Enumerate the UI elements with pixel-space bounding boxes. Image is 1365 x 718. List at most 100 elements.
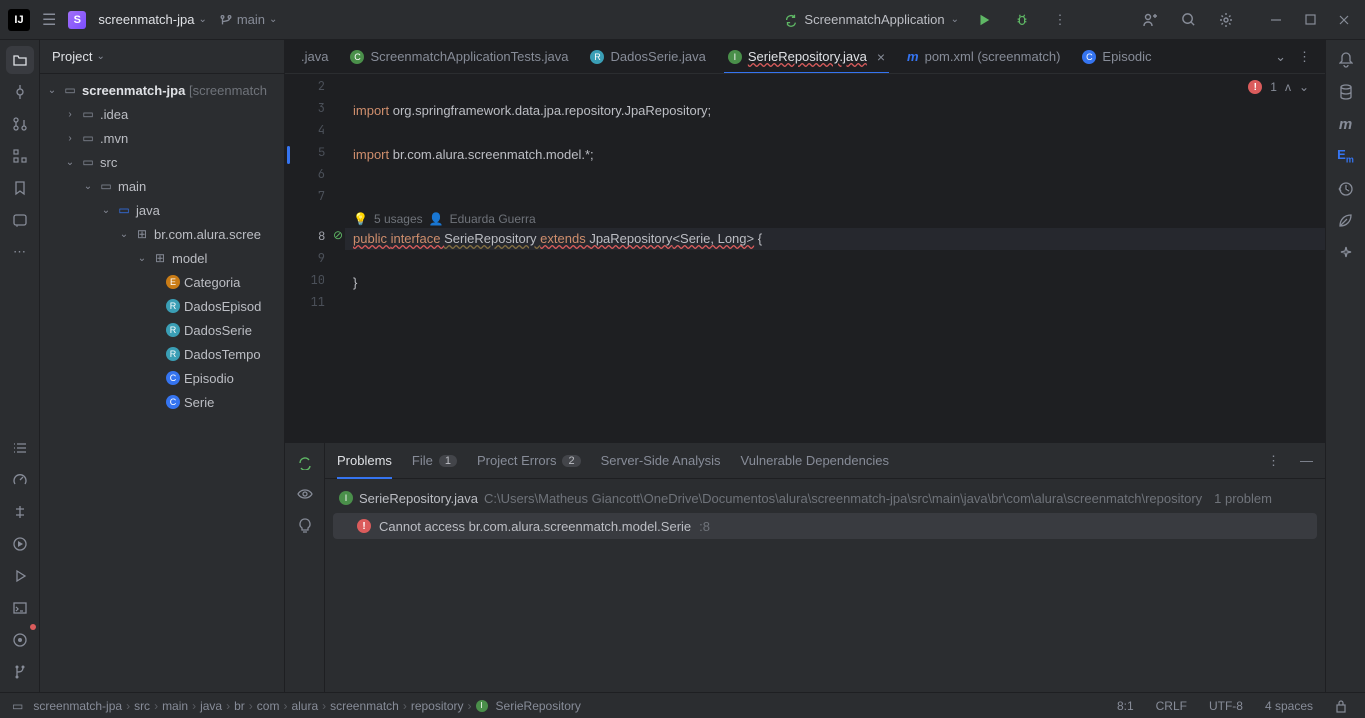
maven-button[interactable]: m: [1332, 110, 1360, 138]
line-number[interactable]: 4: [285, 122, 345, 144]
code-hint[interactable]: 💡5 usages👤Eduarda Guerra: [345, 210, 1325, 228]
problems-tool-button[interactable]: [6, 626, 34, 654]
suggest-button[interactable]: [292, 513, 318, 539]
minimize-button[interactable]: [1263, 7, 1289, 33]
tab-server-analysis[interactable]: Server-Side Analysis: [601, 443, 721, 479]
entity-button[interactable]: Em: [1332, 142, 1360, 170]
line-number[interactable]: 8⊘: [285, 228, 345, 250]
pull-requests-button[interactable]: [6, 110, 34, 138]
tab-partial[interactable]: .java: [291, 40, 338, 74]
module-icon: ▭: [12, 699, 23, 713]
bookmarks-tool-button[interactable]: [6, 174, 34, 202]
run-button[interactable]: [971, 7, 997, 33]
tree-mvn[interactable]: ›▭.mvn: [40, 126, 284, 150]
tree-dadostemp[interactable]: RDadosTempo: [40, 342, 284, 366]
tab-pom[interactable]: mpom.xml (screenmatch): [897, 40, 1070, 74]
tab-file[interactable]: File1: [412, 443, 457, 479]
tabs-dropdown[interactable]: ⌄: [1271, 47, 1290, 67]
line-number[interactable]: 6: [285, 166, 345, 188]
tab-project-errors[interactable]: Project Errors2: [477, 443, 581, 479]
terminal-tool-button[interactable]: [6, 594, 34, 622]
ai-button[interactable]: [1332, 238, 1360, 266]
search-button[interactable]: [1175, 7, 1201, 33]
breadcrumb[interactable]: screenmatch-jpa›src›main›java›br›com›alu…: [33, 699, 581, 713]
view-button[interactable]: [292, 481, 318, 507]
database-icon: [1339, 84, 1353, 100]
vcs-branch[interactable]: main ⌄: [219, 12, 278, 27]
profiler-tool-button[interactable]: [6, 466, 34, 494]
titlebar: IJ ☰ S screenmatch-jpa ⌄ main ⌄ Screenma…: [0, 0, 1365, 40]
tree-episodio[interactable]: CEpisodio: [40, 366, 284, 390]
code-editor[interactable]: 2 3 4 5 6 7 8⊘ 9 10 11 ! 1 ᴧ ⌄: [285, 74, 1325, 442]
tree-serie[interactable]: CSerie: [40, 390, 284, 414]
line-number[interactable]: 9: [285, 250, 345, 272]
line-number[interactable]: 11: [285, 294, 345, 316]
line-separator[interactable]: CRLF: [1150, 699, 1193, 713]
tab-episodic[interactable]: CEpisodic: [1072, 40, 1161, 74]
bookmark-icon: [13, 180, 27, 196]
code-with-me-button[interactable]: [1137, 7, 1163, 33]
tab-problems[interactable]: Problems: [337, 443, 392, 479]
project-panel-header[interactable]: Project ⌄: [40, 40, 284, 74]
todo-tool-button[interactable]: [6, 434, 34, 462]
tree-src[interactable]: ⌄▭src: [40, 150, 284, 174]
run-tool-button[interactable]: [6, 562, 34, 590]
indent-setting[interactable]: 4 spaces: [1259, 699, 1319, 713]
maximize-button[interactable]: [1297, 7, 1323, 33]
services-tool-button[interactable]: [6, 530, 34, 558]
project-tool-button[interactable]: [6, 46, 34, 74]
intellij-logo[interactable]: IJ: [8, 9, 30, 31]
more-actions[interactable]: ⋮: [1047, 7, 1073, 33]
tab-serierepository[interactable]: ISerieRepository.java×: [718, 40, 895, 74]
chevron-down-icon: ⌄: [198, 14, 206, 25]
notifications-button[interactable]: [1332, 46, 1360, 74]
endpoints-tool-button[interactable]: [6, 498, 34, 526]
problem-file-row[interactable]: I SerieRepository.java C:\Users\Matheus …: [333, 485, 1317, 511]
more-tools-button[interactable]: ⋯: [6, 238, 34, 266]
tree-pkg[interactable]: ⌄⊞br.com.alura.scree: [40, 222, 284, 246]
tab-dadosserie[interactable]: RDadosSerie.java: [580, 40, 715, 74]
refresh-button[interactable]: [292, 449, 318, 475]
tree-dadosserie[interactable]: RDadosSerie: [40, 318, 284, 342]
tree-main[interactable]: ⌄▭main: [40, 174, 284, 198]
problem-error-row[interactable]: ! Cannot access br.com.alura.screenmatch…: [333, 513, 1317, 539]
code-content[interactable]: ! 1 ᴧ ⌄ import org.springframework.data.…: [345, 74, 1325, 442]
problems-options[interactable]: ⋮: [1267, 443, 1280, 479]
main-menu-icon[interactable]: ☰: [42, 10, 56, 30]
tab-screenmatch-tests[interactable]: CScreenmatchApplicationTests.java: [340, 40, 578, 74]
spring-button[interactable]: [1332, 206, 1360, 234]
settings-button[interactable]: [1213, 7, 1239, 33]
persistence-tool-button[interactable]: [6, 206, 34, 234]
database-button[interactable]: [1332, 78, 1360, 106]
run-configuration[interactable]: ScreenmatchApplication ⌄: [784, 12, 959, 27]
problem-count: 1 problem: [1214, 491, 1272, 506]
tree-model[interactable]: ⌄⊞model: [40, 246, 284, 270]
line-number[interactable]: 2: [285, 78, 345, 100]
bulb-icon: 💡: [353, 210, 368, 228]
git-tool-button[interactable]: [6, 658, 34, 686]
problems-hide[interactable]: —: [1300, 443, 1313, 479]
line-number[interactable]: 7: [285, 188, 345, 210]
no-usages-icon[interactable]: ⊘: [333, 228, 343, 242]
close-tab-icon[interactable]: ×: [877, 49, 885, 65]
tree-root[interactable]: ⌄▭screenmatch-jpa [screenmatch: [40, 78, 284, 102]
tabs-kebab[interactable]: ⋮: [1294, 47, 1315, 67]
commit-tool-button[interactable]: [6, 78, 34, 106]
line-number[interactable]: 5: [285, 144, 345, 166]
line-number[interactable]: 10: [285, 272, 345, 294]
project-selector[interactable]: screenmatch-jpa ⌄: [98, 12, 207, 27]
debug-button[interactable]: [1009, 7, 1035, 33]
record-icon: R: [590, 50, 604, 64]
tab-vulnerable[interactable]: Vulnerable Dependencies: [741, 443, 889, 479]
structure-tool-button[interactable]: [6, 142, 34, 170]
close-button[interactable]: [1331, 7, 1357, 33]
tree-java[interactable]: ⌄▭java: [40, 198, 284, 222]
line-number[interactable]: 3: [285, 100, 345, 122]
cursor-position[interactable]: 8:1: [1111, 699, 1140, 713]
tree-dadosepisod[interactable]: RDadosEpisod: [40, 294, 284, 318]
tree-categoria[interactable]: ECategoria: [40, 270, 284, 294]
file-encoding[interactable]: UTF-8: [1203, 699, 1249, 713]
readonly-toggle[interactable]: [1329, 699, 1353, 713]
history-button[interactable]: [1332, 174, 1360, 202]
tree-idea[interactable]: ›▭.idea: [40, 102, 284, 126]
